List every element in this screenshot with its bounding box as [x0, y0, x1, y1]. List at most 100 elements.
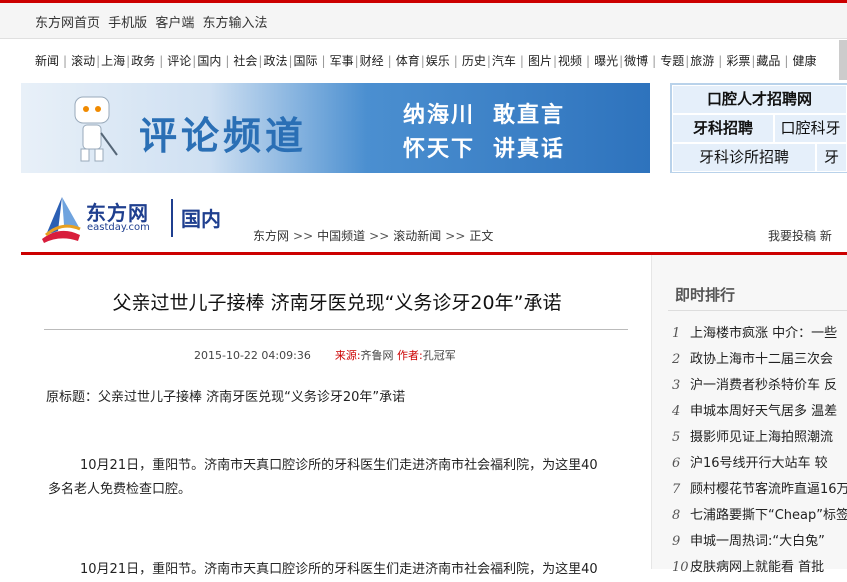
breadcrumb: 东方网 >> 中国频道 >> 滚动新闻 >> 正文 [253, 227, 493, 244]
article-date: 2015-10-22 04:09:36 [194, 349, 311, 362]
scrollbar[interactable] [839, 40, 847, 80]
slogan-2a: 怀天下 [403, 137, 476, 162]
nav-inner-separator: | [288, 54, 293, 68]
banner-slogan-1: 纳海川 敢直言 [403, 97, 565, 129]
nav-item[interactable]: 体育 [396, 54, 420, 68]
slogan-1a: 纳海川 [403, 103, 476, 128]
ranking-number: 1 [672, 326, 681, 341]
nav-group: 健康 [792, 52, 816, 69]
nav-separator: | [225, 54, 230, 68]
ranking-title: 摄影师见证上海拍照潮流 [690, 430, 834, 445]
nav-inner-separator: | [96, 54, 101, 68]
nav-separator: | [519, 54, 524, 68]
nav-item[interactable]: 视频 [558, 54, 582, 68]
submit-tail-link[interactable]: 新 [820, 229, 832, 243]
ad-dental-more[interactable]: 牙 [816, 143, 847, 172]
ranking-item[interactable]: 6 沪16号线开行大站车 较 [672, 452, 828, 471]
ranking-number: 6 [672, 456, 681, 471]
ranking-number: 9 [672, 534, 681, 549]
nav-item[interactable]: 上海 [101, 54, 125, 68]
ranking-title: 申城本周好天气居多 温差 [690, 404, 838, 419]
comment-channel-banner[interactable]: 评论频道 纳海川 敢直言 怀天下 讲真话 [21, 83, 650, 173]
nav-separator: | [652, 54, 657, 68]
nav-item[interactable]: 曝光 [594, 54, 618, 68]
headline-divider [44, 329, 628, 330]
site-logo[interactable]: 东方网 eastday.com 国内 [40, 193, 240, 243]
ranking-item[interactable]: 5 摄影师见证上海拍照潮流 [672, 426, 833, 445]
nav-item[interactable]: 健康 [792, 54, 816, 68]
sidebar-title: 即时排行 [675, 286, 736, 304]
nav-separator: | [784, 54, 789, 68]
breadcrumb-china[interactable]: 中国频道 [317, 229, 365, 243]
source-label: 来源: [334, 349, 361, 362]
nav-item[interactable]: 滚动 [71, 54, 95, 68]
nav-item[interactable]: 军事 [330, 54, 354, 68]
nav-group: 军事|财经 [330, 52, 384, 69]
nav-inner-separator: | [619, 54, 624, 68]
ranking-title: 上海楼市疯涨 中介：一些 [690, 326, 838, 341]
ranking-item[interactable]: 10皮肤病网上就能看 首批 [672, 556, 824, 575]
logo-channel: 国内 [181, 207, 221, 231]
breadcrumb-rolling[interactable]: 滚动新闻 [393, 229, 441, 243]
submit-area: 我要投稿 新 [768, 227, 832, 244]
nav-item[interactable]: 彩票 [726, 54, 750, 68]
nav-inner-separator: | [126, 54, 131, 68]
nav-separator: | [63, 54, 68, 68]
nav-item[interactable]: 历史 [462, 54, 486, 68]
top-links: 东方网首页 手机版 客户端 东方输入法 [35, 12, 267, 31]
nav-item[interactable]: 国内 [197, 54, 221, 68]
ranking-item[interactable]: 3 沪一消费者秒杀特价车 反 [672, 374, 837, 393]
top-link-input-method[interactable]: 东方输入法 [202, 16, 267, 31]
nav-item[interactable]: 图片 [528, 54, 552, 68]
top-link-client[interactable]: 客户端 [155, 16, 194, 31]
nav-group: 彩票|藏品 [726, 52, 780, 69]
ad-block: 口腔人才招聘网 牙科招聘 口腔科牙 牙科诊所招聘 牙 [670, 83, 847, 173]
ad-clinic-recruit[interactable]: 牙科诊所招聘 [672, 143, 816, 172]
article-author: 孔冠军 [422, 349, 456, 362]
nav-item[interactable]: 旅游 [690, 54, 714, 68]
ad-dental-dept[interactable]: 口腔科牙 [774, 114, 847, 143]
ranking-item[interactable]: 8 七浦路要撕下“Cheap”标签 [672, 504, 847, 523]
nav-inner-separator: | [258, 54, 263, 68]
nav-item[interactable]: 娱乐 [426, 54, 450, 68]
nav-item[interactable]: 藏品 [756, 54, 780, 68]
ranking-title: 政协上海市十二届三次会 [690, 352, 834, 367]
top-link-home[interactable]: 东方网首页 [35, 16, 100, 31]
ranking-item[interactable]: 4 申城本周好天气居多 温差 [672, 400, 837, 419]
nav-item[interactable]: 汽车 [492, 54, 516, 68]
breadcrumb-arrow-icon: >> [369, 229, 390, 243]
nav-item[interactable]: 评论 [167, 54, 191, 68]
nav-separator: | [453, 54, 458, 68]
ad-dental-talent[interactable]: 口腔人才招聘网 [672, 85, 847, 114]
article-source[interactable]: 齐鲁网 [361, 349, 394, 362]
top-link-mobile[interactable]: 手机版 [108, 16, 147, 31]
submit-link[interactable]: 我要投稿 [768, 229, 816, 243]
para1-line1: 10月21日，重阳节。济南市天真口腔诊所的牙科医生们走进济南市社会福利院，为这里… [80, 458, 598, 473]
nav-item[interactable]: 专题 [660, 54, 684, 68]
breadcrumb-current: 正文 [469, 229, 494, 243]
nav-item[interactable]: 社会 [233, 54, 257, 68]
ranking-number: 2 [672, 352, 681, 367]
nav-item[interactable]: 财经 [360, 54, 384, 68]
robot-mascot-icon [74, 96, 118, 162]
nav-item[interactable]: 政法 [263, 54, 287, 68]
ranking-number: 5 [672, 430, 681, 445]
nav-item[interactable]: 政务 [131, 54, 155, 68]
para1-line2: 多名老人免费检查口腔。 [48, 482, 192, 497]
nav-group: 专题|旅游 [660, 52, 714, 69]
nav-item[interactable]: 微博 [624, 54, 648, 68]
ranking-title: 沪一消费者秒杀特价车 反 [690, 378, 838, 393]
breadcrumb-eastday[interactable]: 东方网 [253, 229, 289, 243]
ranking-item[interactable]: 9 申城一周热词:“大白兔” [672, 530, 825, 549]
nav-inner-separator: | [192, 54, 197, 68]
ad-dental-recruit[interactable]: 牙科招聘 [672, 114, 774, 143]
ranking-title: 皮肤病网上就能看 首批 [690, 560, 825, 575]
nav-inner-separator: | [552, 54, 557, 68]
nav-item[interactable]: 国际 [294, 54, 318, 68]
ranking-item[interactable]: 1 上海楼市疯涨 中介：一些 [672, 322, 837, 341]
ranking-item[interactable]: 7 顾村樱花节客流昨直逼16万 [672, 478, 847, 497]
ranking-item[interactable]: 2 政协上海市十二届三次会 [672, 348, 833, 367]
nav-inner-separator: | [751, 54, 756, 68]
nav-item[interactable]: 新闻 [35, 54, 59, 68]
banner-title: 评论频道 [139, 114, 308, 158]
